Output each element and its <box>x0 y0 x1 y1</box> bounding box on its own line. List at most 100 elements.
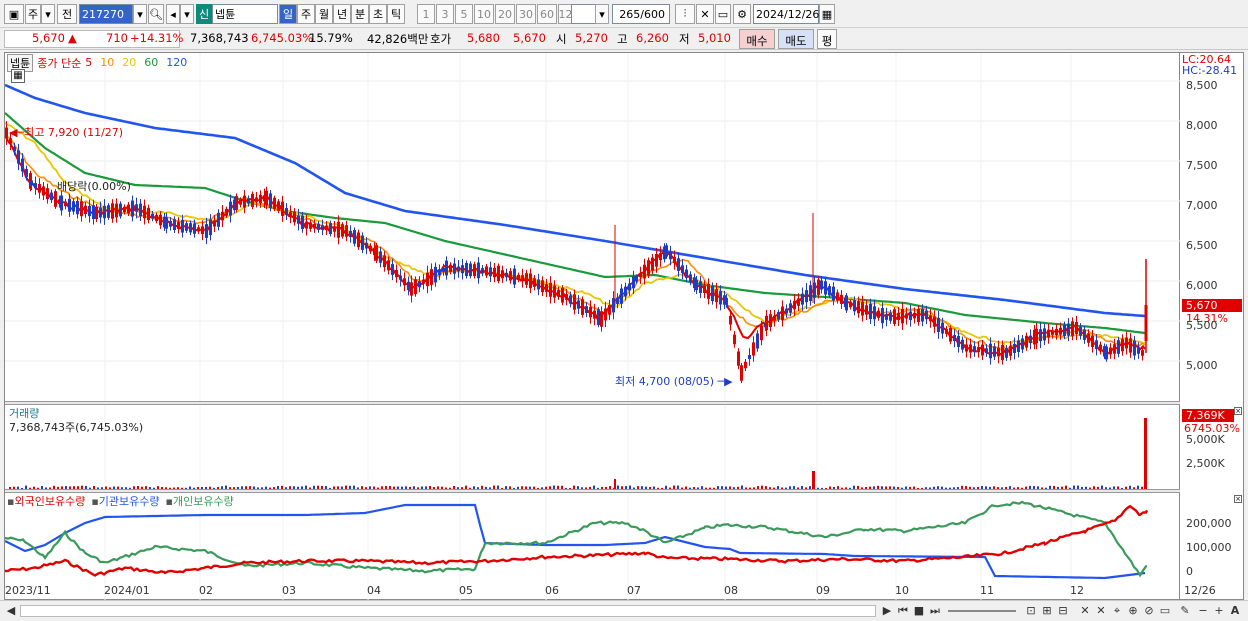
sell-button[interactable]: 매도 <box>778 29 814 49</box>
tool-icon-9[interactable]: ▭ <box>1158 604 1172 618</box>
candle <box>889 312 892 321</box>
candle <box>869 303 872 320</box>
change-pct: +14.31% <box>130 31 184 45</box>
scroll-bar[interactable]: ◀ ▶ ⏮ ■ ⏭ ⊡ ⊞ ⊟ ✕ ✕ ⌖ ⊕ ⊘ ▭ ✎ − + A <box>0 600 1248 621</box>
count-field[interactable]: 265/600 <box>612 4 670 24</box>
tab-3[interactable]: 년 <box>333 4 351 24</box>
pane-close-icon[interactable]: × <box>1234 495 1242 503</box>
interval-6[interactable]: 60 <box>537 4 557 24</box>
candle <box>793 300 796 310</box>
auto-icon[interactable]: A <box>1228 604 1242 618</box>
candle <box>933 316 936 327</box>
window-icon[interactable]: ▣ <box>4 4 24 24</box>
interval-4[interactable]: 20 <box>495 4 515 24</box>
candle <box>34 183 37 189</box>
holdings-series-label[interactable]: 기관보유수량 <box>99 495 160 508</box>
ma-label-2[interactable]: 20 <box>122 56 136 69</box>
speaker-icon[interactable]: ◂ <box>166 4 180 24</box>
interval-dropdown-icon[interactable]: ▾ <box>595 4 609 24</box>
candle <box>873 306 876 320</box>
holdings-series-label[interactable]: 개인보유수량 <box>173 495 234 508</box>
date-field[interactable]: 2024/12/26 <box>753 4 819 24</box>
candle <box>997 347 1000 357</box>
interval-5[interactable]: 30 <box>516 4 536 24</box>
price-axis[interactable]: LC:20.64 HC:-28.41 8,500 8,000 7,500 7,000 6… <box>1180 52 1244 600</box>
candle <box>760 325 763 341</box>
code-dropdown-icon[interactable]: ▾ <box>133 4 147 24</box>
interval-1[interactable]: 3 <box>436 4 454 24</box>
scroll-track[interactable] <box>20 605 876 617</box>
candle <box>773 315 776 321</box>
speaker-dropdown-icon[interactable]: ▾ <box>180 4 194 24</box>
zoom-slider[interactable] <box>948 610 1016 612</box>
tab-5[interactable]: 초 <box>369 4 387 24</box>
buy-button[interactable]: 매수 <box>739 29 775 49</box>
search-icon[interactable]: 🔍︎ <box>148 4 164 24</box>
stop-icon[interactable]: ■ <box>912 604 926 618</box>
scroll-right-icon[interactable]: ▶ <box>880 604 894 618</box>
candle <box>391 264 394 275</box>
candle <box>111 203 114 219</box>
turnover-value: 15.79% <box>309 31 353 45</box>
tool-icon-1[interactable]: ⊡ <box>1024 604 1038 618</box>
pane-close-icon[interactable]: × <box>1234 407 1242 415</box>
candle <box>789 303 792 313</box>
candle-icon[interactable]: ⫶ <box>675 4 695 24</box>
candle <box>937 317 940 332</box>
candle <box>969 344 972 353</box>
price-tick: 8,500 <box>1186 79 1218 92</box>
gear-icon[interactable]: ⚙ <box>733 4 751 24</box>
zoom-out-icon[interactable]: − <box>1196 604 1210 618</box>
tool-icon-5[interactable]: ✕ <box>1094 604 1108 618</box>
holdings-series-label[interactable]: 외국인보유수량 <box>14 495 85 508</box>
ma-label-1[interactable]: 10 <box>100 56 114 69</box>
candle <box>473 264 476 277</box>
ma-label-4[interactable]: 120 <box>166 56 187 69</box>
scroll-left-icon[interactable]: ◀ <box>4 604 18 618</box>
tool-icon-8[interactable]: ⊘ <box>1142 604 1156 618</box>
tab-2[interactable]: 월 <box>315 4 333 24</box>
tab-6[interactable]: 틱 <box>387 4 405 24</box>
tool-icon-3[interactable]: ⊟ <box>1056 604 1070 618</box>
interval-0[interactable]: 1 <box>417 4 435 24</box>
grid-icon[interactable]: ▦ <box>11 69 25 83</box>
zoom-in-icon[interactable]: + <box>1212 604 1226 618</box>
stock-code-input[interactable]: 217270 <box>79 4 133 24</box>
draw-icon[interactable]: ✎ <box>1178 604 1192 618</box>
hc-label: HC:-28.41 <box>1182 64 1238 77</box>
tab-0[interactable]: 일 <box>279 4 297 24</box>
forward-icon[interactable]: ⏭ <box>928 604 942 618</box>
ma-label-3[interactable]: 60 <box>144 56 158 69</box>
candle <box>329 223 332 235</box>
price-tick: 6,500 <box>1186 239 1218 252</box>
tab-1[interactable]: 주 <box>297 4 315 24</box>
period-type-select[interactable]: 주 <box>25 4 41 24</box>
period-type-dropdown-icon[interactable]: ▾ <box>41 4 55 24</box>
interval-3[interactable]: 10 <box>474 4 494 24</box>
crosshair-icon[interactable]: ✕ <box>696 4 714 24</box>
candle <box>143 205 146 219</box>
candle <box>913 312 916 319</box>
volume-tick: 2,500K <box>1186 457 1225 470</box>
rewind-icon[interactable]: ⏮ <box>896 604 910 618</box>
ma-label-0[interactable]: 5 <box>85 56 92 69</box>
pane-divider[interactable] <box>5 401 1181 405</box>
prev-button[interactable]: 전 <box>57 4 77 24</box>
candle <box>313 223 316 229</box>
candle <box>632 276 635 289</box>
tool-icon-4[interactable]: ✕ <box>1078 604 1092 618</box>
tab-4[interactable]: 분 <box>351 4 369 24</box>
candle <box>1117 340 1120 354</box>
chart-area[interactable]: 넵튠 종가 단순 5 10 20 60 120 ▦ ◀─최고 7,920 (11/27)… <box>4 52 1181 601</box>
save-icon[interactable]: ▭ <box>715 4 731 24</box>
stock-name-field[interactable]: 넵튠 <box>212 4 278 24</box>
tool-icon-6[interactable]: ⌖ <box>1110 604 1124 618</box>
interval-2[interactable]: 5 <box>455 4 473 24</box>
calendar-icon[interactable]: ▦ <box>819 4 835 24</box>
candle <box>1043 328 1046 341</box>
tool-icon-7[interactable]: ⊕ <box>1126 604 1140 618</box>
candle <box>809 285 812 302</box>
tool-icon-2[interactable]: ⊞ <box>1040 604 1054 618</box>
pyeong-button[interactable]: 평 <box>817 29 837 49</box>
candle <box>577 300 580 309</box>
